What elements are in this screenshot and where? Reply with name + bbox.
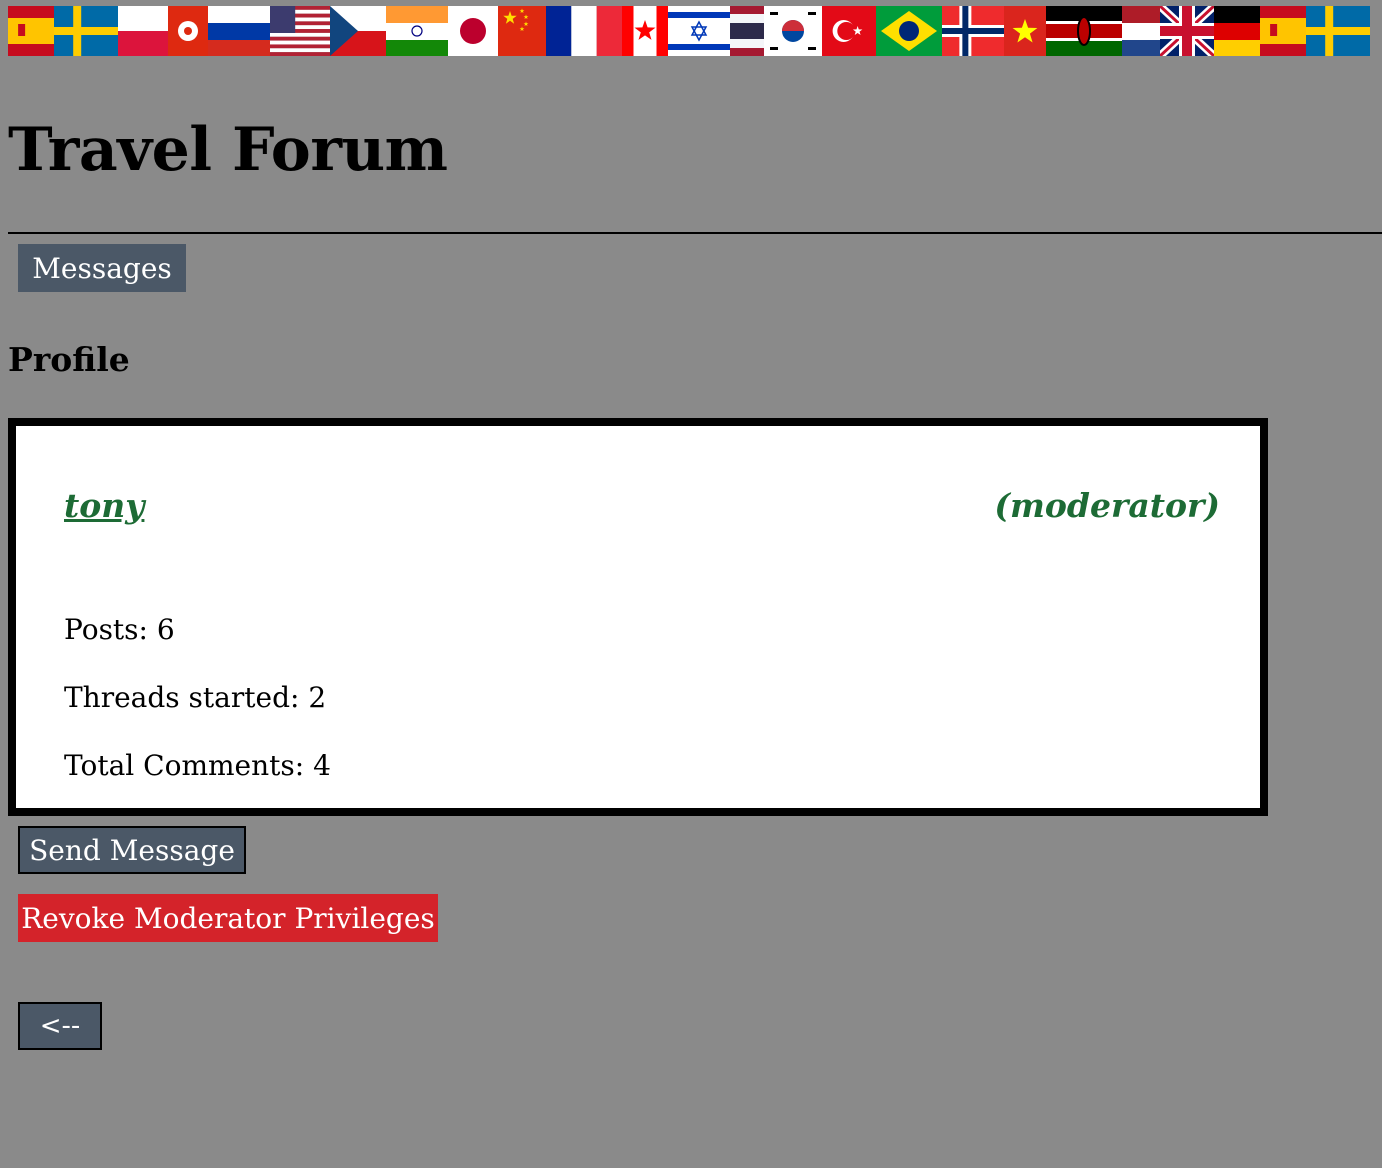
spain-flag-icon bbox=[8, 6, 54, 56]
profile-username-link[interactable]: tony bbox=[64, 486, 144, 525]
uk-flag-icon bbox=[1160, 6, 1214, 56]
china-flag-icon bbox=[498, 6, 546, 56]
germany-flag-icon bbox=[1214, 6, 1260, 56]
messages-button[interactable]: Messages bbox=[18, 244, 186, 292]
norway-flag-icon bbox=[942, 6, 1004, 56]
spain-flag-icon bbox=[1260, 6, 1306, 56]
japan-flag-icon bbox=[448, 6, 498, 56]
russia-flag-icon bbox=[208, 6, 270, 56]
sweden-flag-icon bbox=[54, 6, 118, 56]
france-flag-icon bbox=[546, 6, 622, 56]
brazil-flag-icon bbox=[876, 6, 942, 56]
israel-flag-icon bbox=[668, 6, 730, 56]
title-divider bbox=[8, 232, 1382, 234]
site-title: Travel Forum bbox=[8, 115, 448, 185]
canada-flag-icon bbox=[622, 6, 668, 56]
india-flag-icon bbox=[386, 6, 448, 56]
poland-flag-icon bbox=[118, 6, 168, 56]
profile-card: tony (moderator) Posts: 6 Threads starte… bbox=[8, 418, 1268, 816]
flag-banner bbox=[8, 6, 1382, 56]
south-korea-flag-icon bbox=[764, 6, 822, 56]
revoke-moderator-button[interactable]: Revoke Moderator Privileges bbox=[18, 894, 438, 942]
thailand-flag-icon bbox=[730, 6, 764, 56]
threads-started-count: Threads started: 2 bbox=[64, 681, 327, 714]
czech-flag-icon bbox=[330, 6, 386, 56]
profile-role-badge: (moderator) bbox=[994, 486, 1220, 525]
turkey-flag-icon bbox=[822, 6, 876, 56]
send-message-button[interactable]: Send Message bbox=[18, 826, 246, 874]
netherlands-flag-icon bbox=[1122, 6, 1160, 56]
hong-kong-flag-icon bbox=[168, 6, 208, 56]
back-button[interactable]: <-- bbox=[18, 1002, 102, 1050]
vietnam-flag-icon bbox=[1004, 6, 1046, 56]
total-comments-count: Total Comments: 4 bbox=[64, 749, 331, 782]
sweden-flag-icon bbox=[1306, 6, 1370, 56]
posts-count: Posts: 6 bbox=[64, 613, 175, 646]
kenya-flag-icon bbox=[1046, 6, 1122, 56]
usa-flag-icon bbox=[270, 6, 330, 56]
profile-section-title: Profile bbox=[8, 340, 130, 379]
